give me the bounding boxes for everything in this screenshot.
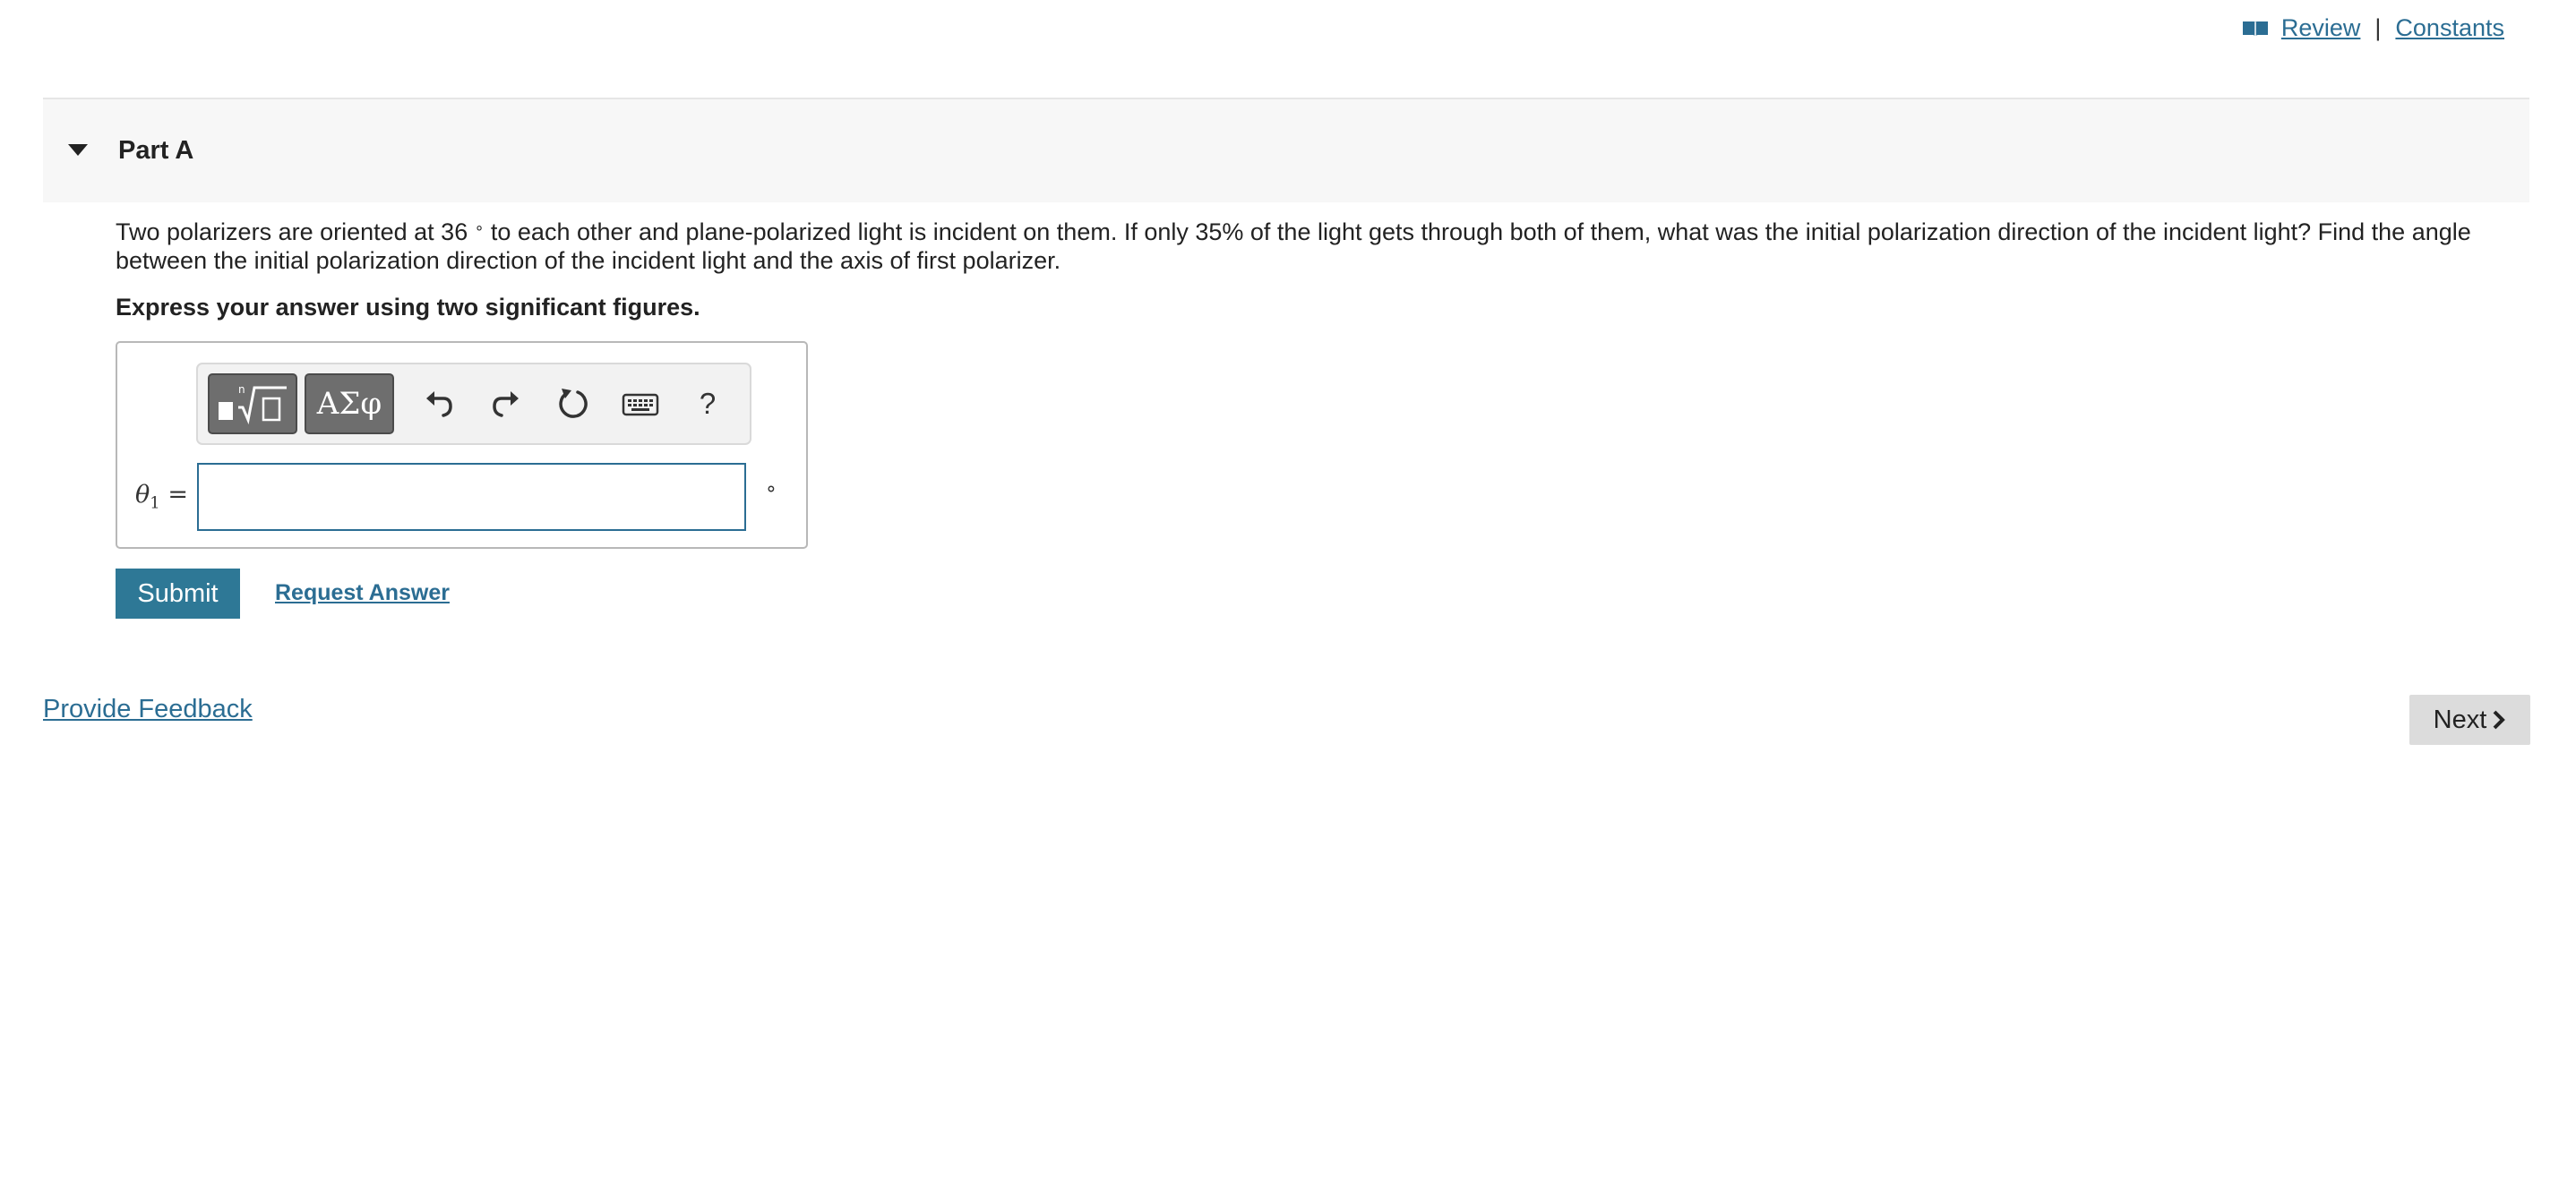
help-icon: ? [699, 387, 717, 420]
question-text: Two polarizers are oriented at 36 ∘ to e… [116, 218, 2534, 275]
templates-icon: n [219, 383, 287, 425]
redo-button[interactable] [477, 375, 535, 432]
variable-label: θ1 = [135, 481, 188, 512]
equals-sign: = [167, 481, 188, 509]
part-a-header[interactable]: Part A [43, 98, 2529, 202]
link-separator: | [2374, 14, 2382, 41]
variable-subscript: 1 [150, 493, 160, 513]
request-answer-link[interactable]: Request Answer [275, 580, 450, 606]
redo-icon [493, 391, 519, 417]
provide-feedback-link[interactable]: Provide Feedback [43, 695, 253, 724]
unit-label: ∘ [765, 477, 777, 500]
next-button[interactable]: Next [2409, 695, 2530, 745]
answer-input[interactable] [197, 463, 746, 531]
keyboard-button[interactable] [612, 375, 669, 432]
question-text-start: Two polarizers are oriented at 36 [116, 218, 468, 245]
caret-down-icon [68, 144, 88, 156]
part-title: Part A [118, 136, 194, 165]
review-link[interactable]: Review [2281, 14, 2361, 42]
next-label: Next [2433, 705, 2487, 734]
instruction-text: Express your answer using two significan… [116, 294, 700, 321]
question-text-end: to each other and plane-polarized light … [116, 218, 2471, 274]
degree-symbol: ∘ [474, 219, 485, 236]
undo-button[interactable] [410, 375, 468, 432]
greek-icon: ΑΣφ [316, 386, 382, 422]
book-icon [2242, 19, 2269, 38]
reset-button[interactable] [545, 375, 602, 432]
undo-icon [426, 391, 452, 417]
templates-button[interactable]: n [208, 373, 297, 434]
variable-symbol: θ [135, 481, 150, 509]
top-links: Review | Constants [2242, 14, 2504, 42]
keyboard-icon [622, 393, 659, 416]
submit-button[interactable]: Submit [116, 569, 240, 619]
svg-text:n: n [238, 383, 245, 396]
reset-icon [559, 389, 588, 418]
constants-link[interactable]: Constants [2395, 14, 2504, 42]
greek-button[interactable]: ΑΣφ [305, 373, 394, 434]
chevron-right-icon [2493, 710, 2506, 730]
math-toolbar: n ΑΣφ ? [196, 363, 751, 445]
answer-box: n ΑΣφ ? θ1 = ∘ [116, 341, 808, 549]
help-button[interactable]: ? [679, 375, 736, 432]
